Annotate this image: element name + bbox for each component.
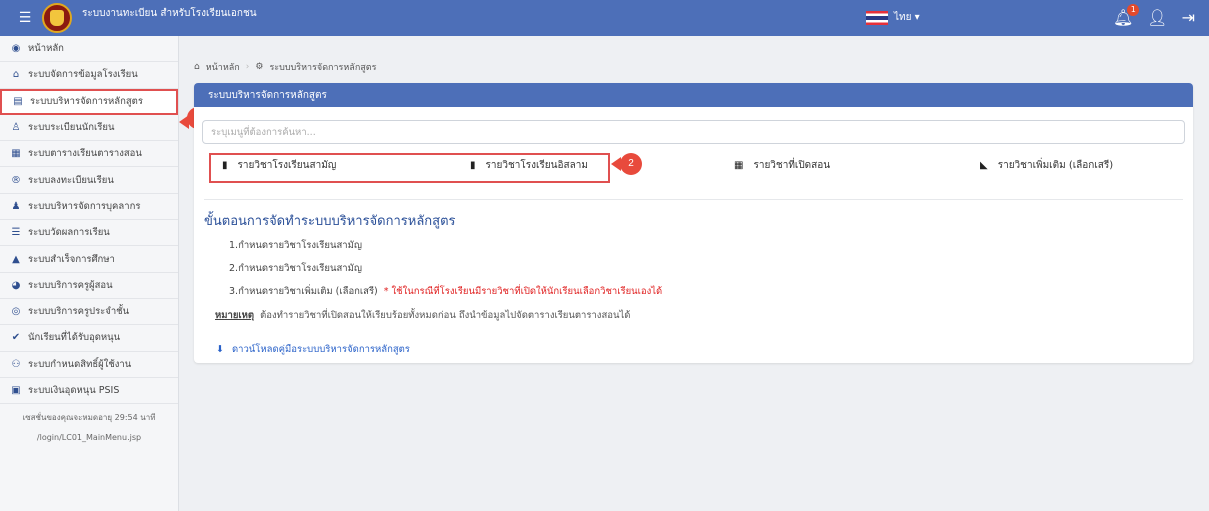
sidebar-item-personnel[interactable]: ♟ ระบบบริหารจัดการบุคลากร [0, 194, 178, 221]
sidebar-item-timetable[interactable]: ▦ ระบบตารางเรียนตารางสอน [0, 141, 178, 168]
cogs-icon: ⚙ [255, 62, 264, 72]
hamburger-menu-icon[interactable]: ☰ [14, 10, 36, 26]
divider [204, 199, 1183, 200]
bookmark-icon: ▮ [222, 160, 228, 171]
menu-search-input[interactable]: ระบุเมนูที่ต้องการค้นหา... [202, 120, 1185, 144]
tab-offered-subjects[interactable]: ▦ รายวิชาที่เปิดสอน [734, 158, 830, 173]
sidebar-item-grading[interactable]: ☰ ระบบวัดผลการเรียน [0, 220, 178, 247]
step-1: 1.กำหนดรายวิชาโรงเรียนสามัญ [229, 240, 362, 251]
user-circle-icon: ◕ [11, 279, 21, 291]
notification-badge: 1 [1127, 4, 1140, 16]
sidebar-item-curriculum[interactable]: ▤ ระบบบริหารจัดการหลักสูตร [0, 88, 178, 115]
language-selector[interactable]: ไทย ▾ [866, 10, 920, 25]
sidebar-item-homeroom-teacher[interactable]: ◎ ระบบบริการครูประจำชั้น [0, 299, 178, 326]
bookmark-icon: ▮ [470, 160, 476, 171]
tab-general-school-subjects[interactable]: ▮ รายวิชาโรงเรียนสามัญ [222, 158, 336, 173]
curriculum-panel: ระบบบริหารจัดการหลักสูตร ระบุเมนูที่ต้อง… [194, 83, 1193, 363]
steps-title: ขั้นตอนการจัดทำระบบบริหารจัดการหลักสูตร [204, 214, 456, 229]
annotation-marker-2: 2 [620, 153, 642, 175]
download-manual-link[interactable]: ⬇ ดาวน์โหลดคู่มือระบบบริหารจัดการหลักสูตร [216, 342, 410, 357]
sidebar-item-registration[interactable]: ® ระบบลงทะเบียนเรียน [0, 167, 178, 194]
breadcrumb: ⌂ หน้าหลัก › ⚙ ระบบบริหารจัดการหลักสูตร [194, 60, 376, 74]
page-path: /login/LC01_MainMenu.jsp [36, 433, 142, 443]
sidebar-item-graduation[interactable]: ▲ ระบบสำเร็จการศึกษา [0, 246, 178, 273]
check-circle-icon: ✔ [11, 332, 21, 344]
note-label: หมายเหตุ [215, 310, 255, 321]
panel-title: ระบบบริหารจัดการหลักสูตร [194, 83, 1193, 107]
sidebar-item-teacher-services[interactable]: ◕ ระบบบริการครูผู้สอน [0, 273, 178, 299]
note-text: ต้องทำรายวิชาที่เปิดสอนให้เรียบร้อยทั้งห… [260, 310, 631, 321]
download-icon: ⬇ [216, 344, 224, 355]
top-navbar: ☰ ระบบงานทะเบียน สำหรับโรงเรียนเอกชน ไทย… [0, 0, 1209, 36]
breadcrumb-current: ระบบบริหารจัดการหลักสูตร [269, 63, 377, 73]
session-info: เซสชั่นของคุณจะหมดอายุ 29:54 นาที /login… [0, 404, 178, 448]
rss-icon: ◣ [980, 160, 988, 171]
thai-flag-icon [866, 10, 888, 25]
dashboard-icon: ◉ [11, 43, 21, 55]
step-3: 3.กำหนดรายวิชาเพิ่มเติม (เลือกเสรี) * ใช้… [229, 286, 663, 297]
sidebar-item-student-records[interactable]: ♙ ระบบระเบียนนักเรียน [0, 115, 178, 142]
institution-icon: ⌂ [12, 69, 20, 81]
list-alt-icon: ▤ [13, 96, 23, 108]
sidebar-item-school-data[interactable]: ⌂ ระบบจัดการข้อมูลโรงเรียน [0, 62, 178, 89]
tabs-row: ▮ รายวิชาโรงเรียนสามัญ ▮ รายวิชาโรงเรียนอิ… [194, 152, 1193, 183]
user-outline-icon: ♙ [11, 122, 21, 134]
registered-icon: ® [11, 174, 21, 186]
notification-bell-icon[interactable]: 🔔︎ 1 [1113, 4, 1140, 27]
note: หมายเหตุ ต้องทำรายวิชาที่เปิดสอนให้เรียบร… [215, 308, 630, 323]
users-icon: ⚇ [11, 358, 21, 370]
tab-elective-subjects[interactable]: ◣ รายวิชาเพิ่มเติม (เลือกเสรี) [980, 158, 1113, 173]
table-icon: ▦ [734, 160, 744, 171]
sidebar-item-psis-subsidy[interactable]: ▣ ระบบเงินอุดหนุน PSIS [0, 378, 178, 405]
breadcrumb-separator: › [245, 62, 250, 72]
sidebar-item-home[interactable]: ◉ หน้าหลัก [0, 36, 178, 63]
user-icon: ♟ [11, 200, 21, 212]
graduation-cap-icon: ▲ [12, 253, 20, 265]
calendar-icon: ▦ [11, 148, 21, 160]
sidebar: ◉ หน้าหลัก ⌂ ระบบจัดการข้อมูลโรงเรียน ▤ ระบ… [0, 36, 179, 511]
app-title: ระบบงานทะเบียน สำหรับโรงเรียนเอกชน [82, 8, 257, 19]
at-circle-icon: ◎ [11, 306, 21, 318]
home-icon: ⌂ [194, 62, 200, 72]
sidebar-item-user-permissions[interactable]: ⚇ ระบบกำหนดสิทธิ์ผู้ใช้งาน [0, 352, 178, 378]
breadcrumb-home[interactable]: หน้าหลัก [206, 60, 240, 74]
step-3-warning: * ใช้ในกรณีที่โรงเรียนมีรายวิชาที่เปิดให… [383, 286, 663, 297]
session-timer: เซสชั่นของคุณจะหมดอายุ 29:54 นาที [22, 413, 156, 423]
user-icon[interactable]: 👤︎ [1147, 8, 1167, 27]
sidebar-item-subsidized-students[interactable]: ✔ นักเรียนที่ได้รับอุดหนุน [0, 325, 178, 352]
tab-islamic-school-subjects[interactable]: ▮ รายวิชาโรงเรียนอิสลาม [470, 158, 588, 173]
money-bill-icon: ▣ [11, 385, 21, 396]
school-logo [42, 3, 72, 33]
language-label: ไทย ▾ [894, 12, 920, 23]
list-icon: ☰ [11, 227, 21, 239]
logout-icon[interactable]: ⇥ [1182, 8, 1195, 27]
step-2: 2.กำหนดรายวิชาโรงเรียนสามัญ [229, 263, 362, 274]
